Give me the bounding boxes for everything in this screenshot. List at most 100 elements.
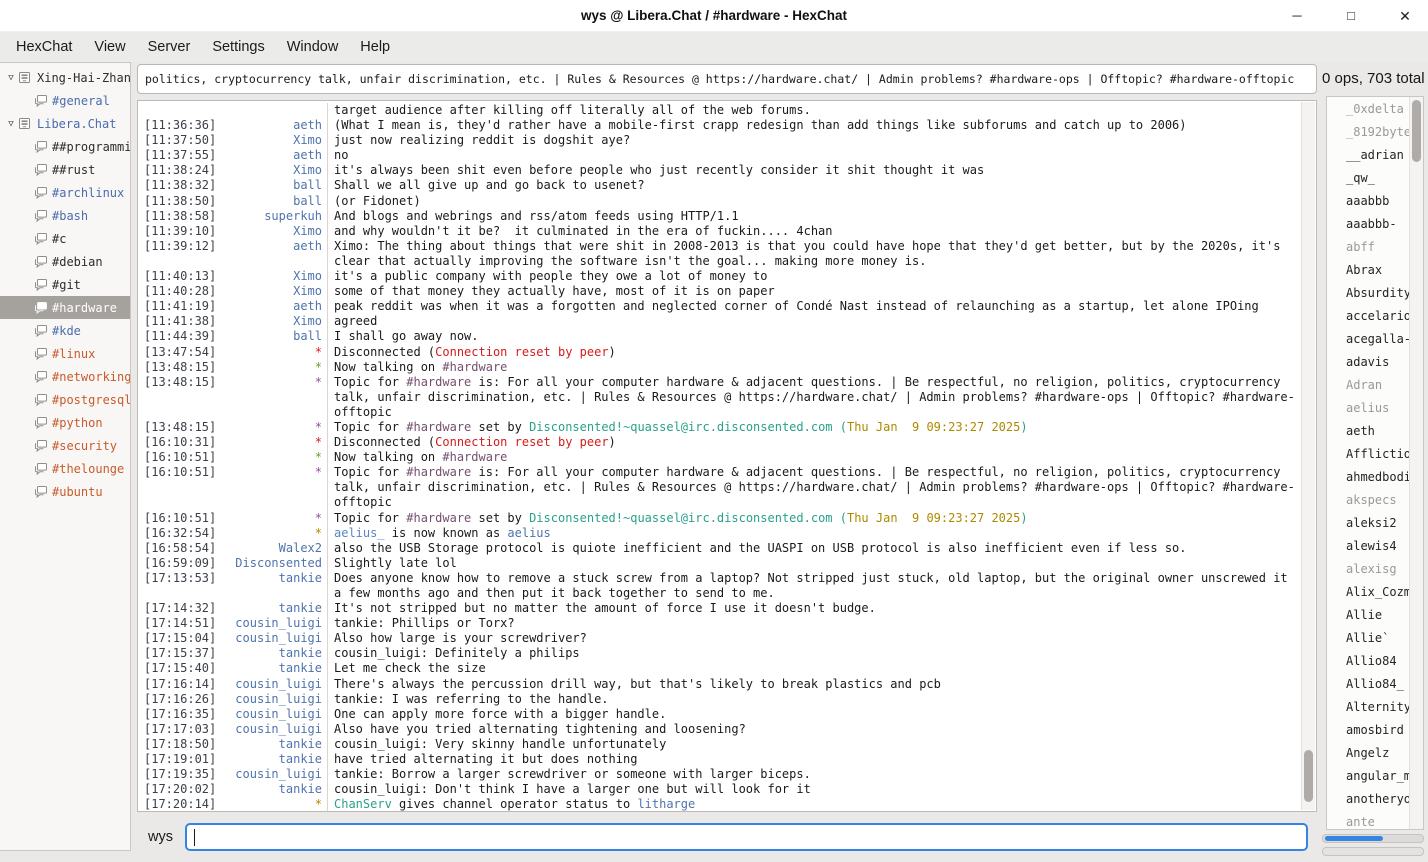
nick: Ximo	[226, 284, 322, 299]
message-segment: Also how large is your screwdriver?	[334, 631, 587, 645]
timestamp: [13:48:15]	[138, 420, 226, 435]
tree-channel-general[interactable]: #general	[0, 89, 130, 112]
maximize-icon[interactable]: □	[1342, 6, 1360, 26]
tree-channel-git[interactable]: #git	[0, 273, 130, 296]
user-alexisg[interactable]: alexisg	[1327, 558, 1410, 581]
userlist-lower-scrollbar[interactable]	[1322, 847, 1424, 856]
tree-channel-kde[interactable]: #kde	[0, 319, 130, 342]
user-Adran[interactable]: Adran	[1327, 374, 1410, 397]
tree-channel-programming[interactable]: ##programming	[0, 135, 130, 158]
tree-label: #ubuntu	[52, 485, 103, 499]
expander-icon[interactable]: ▽	[4, 119, 18, 129]
menu-view[interactable]: View	[83, 32, 136, 62]
tree-server-XingHaiZhan[interactable]: ▽Xing-Hai-Zhan	[0, 66, 130, 89]
system-star-icon: *	[226, 420, 322, 435]
chat-scrollbar-thumb[interactable]	[1304, 750, 1313, 802]
timestamp: [11:36:36]	[138, 118, 226, 133]
userlist-horizontal-scrollbar-thumb[interactable]	[1325, 836, 1383, 841]
user-Abrax[interactable]: Abrax	[1327, 259, 1410, 282]
tree-label: #python	[52, 416, 103, 430]
user-abff[interactable]: abff	[1327, 236, 1410, 259]
menu-help[interactable]: Help	[349, 32, 401, 62]
user-qw[interactable]: _qw_	[1327, 167, 1410, 190]
nick: cousin_luigi	[226, 631, 322, 646]
user-list[interactable]: _0xdelta_8192byte__adrian_qw_aaabbbaaabb…	[1326, 96, 1424, 830]
menu-hexchat[interactable]: HexChat	[5, 32, 83, 62]
user-AlixCozm[interactable]: Alix_Cozm	[1327, 581, 1410, 604]
user-accelario[interactable]: accelario	[1327, 305, 1410, 328]
user-Afflictio[interactable]: Afflictio	[1327, 443, 1410, 466]
tree-channel-debian[interactable]: #debian	[0, 250, 130, 273]
timestamp: [17:15:04]	[138, 631, 226, 646]
channel-icon	[33, 163, 52, 176]
user-8192byte[interactable]: _8192byte	[1327, 121, 1410, 144]
message-segment: Disconnected (	[334, 435, 435, 449]
tree-channel-postgresql[interactable]: #postgresql	[0, 388, 130, 411]
nick: Ximo	[226, 314, 322, 329]
tree-channel-c[interactable]: #c	[0, 227, 130, 250]
menu-server[interactable]: Server	[137, 32, 202, 62]
tree-channel-linux[interactable]: #linux	[0, 342, 130, 365]
menu-window[interactable]: Window	[276, 32, 350, 62]
system-star-icon: *	[226, 465, 322, 510]
user-adavis[interactable]: adavis	[1327, 351, 1410, 374]
user-akspecs[interactable]: akspecs	[1327, 489, 1410, 512]
user-Angelz[interactable]: Angelz	[1327, 742, 1410, 765]
tree-channel-hardware[interactable]: #hardware	[0, 296, 130, 319]
close-icon[interactable]: ✕	[1396, 6, 1414, 26]
chat-scrollbar[interactable]	[1301, 102, 1315, 810]
tree-channel-networking[interactable]: #networking	[0, 365, 130, 388]
userlist-scrollbar[interactable]	[1409, 97, 1423, 829]
tree-channel-ubuntu[interactable]: #ubuntu	[0, 480, 130, 503]
tree-channel-python[interactable]: #python	[0, 411, 130, 434]
message-text: have tried alternating it but does nothi…	[327, 752, 1300, 767]
userlist-horizontal-scrollbar[interactable]	[1322, 834, 1424, 843]
user-aelius[interactable]: aelius	[1327, 397, 1410, 420]
message-text: tankie: Phillips or Torx?	[327, 616, 1300, 631]
user-Allie[interactable]: Allie	[1327, 604, 1410, 627]
user-Allio84[interactable]: Allio84_	[1327, 673, 1410, 696]
channel-tree[interactable]: ▽Xing-Hai-Zhan#general▽Libera.Chat##prog…	[0, 62, 131, 851]
message-text: (or Fidonet)	[327, 194, 1300, 209]
user-aaabbb[interactable]: aaabbb-	[1327, 213, 1410, 236]
user-aleksi2[interactable]: aleksi2	[1327, 512, 1410, 535]
userlist-scrollbar-thumb[interactable]	[1412, 100, 1421, 162]
expander-icon[interactable]: ▽	[4, 73, 18, 83]
user-anotheryo[interactable]: anotheryo	[1327, 788, 1410, 811]
user-Absurdity[interactable]: Absurdity	[1327, 282, 1410, 305]
user-adrian[interactable]: __adrian	[1327, 144, 1410, 167]
user-Allio84[interactable]: Allio84	[1327, 650, 1410, 673]
tree-channel-rust[interactable]: ##rust	[0, 158, 130, 181]
user-amosbird[interactable]: amosbird	[1327, 719, 1410, 742]
tree-channel-thelounge[interactable]: #thelounge	[0, 457, 130, 480]
user-Alternity[interactable]: Alternity	[1327, 696, 1410, 719]
tree-channel-security[interactable]: #security	[0, 434, 130, 457]
timestamp: [11:37:55]	[138, 148, 226, 163]
user-angularm[interactable]: angular_m	[1327, 765, 1410, 788]
user-acegalla[interactable]: acegalla-	[1327, 328, 1410, 351]
chat-area[interactable]: target audience after killing off litera…	[137, 100, 1317, 812]
tree-label: #kde	[52, 324, 81, 338]
topic-input[interactable]	[137, 64, 1317, 94]
message-input[interactable]	[185, 823, 1308, 851]
tree-label: ##rust	[52, 163, 95, 177]
user-ahmedbodi[interactable]: ahmedbodi	[1327, 466, 1410, 489]
user-0xdelta[interactable]: _0xdelta	[1327, 98, 1410, 121]
message-text: Let me check the size	[327, 661, 1300, 676]
user-alewis4[interactable]: alewis4	[1327, 535, 1410, 558]
user-aeth[interactable]: aeth	[1327, 420, 1410, 443]
minimize-icon[interactable]: ─	[1288, 6, 1306, 26]
user-Allie[interactable]: Allie`	[1327, 627, 1410, 650]
message-text: cousin_luigi: Don't think I have a large…	[327, 782, 1300, 797]
tree-channel-archlinux[interactable]: #archlinux	[0, 181, 130, 204]
titlebar[interactable]: wys @ Libera.Chat / #hardware - HexChat …	[0, 0, 1428, 32]
message-segment: I shall go away now.	[334, 329, 479, 343]
user-ante[interactable]: ante	[1327, 811, 1410, 830]
user-aaabbb[interactable]: aaabbb	[1327, 190, 1410, 213]
timestamp: [11:38:50]	[138, 194, 226, 209]
menu-settings[interactable]: Settings	[201, 32, 275, 62]
timestamp: [16:10:51]	[138, 511, 226, 526]
message-segment: Now talking on	[334, 450, 442, 464]
tree-channel-bash[interactable]: #bash	[0, 204, 130, 227]
tree-server-LiberaChat[interactable]: ▽Libera.Chat	[0, 112, 130, 135]
